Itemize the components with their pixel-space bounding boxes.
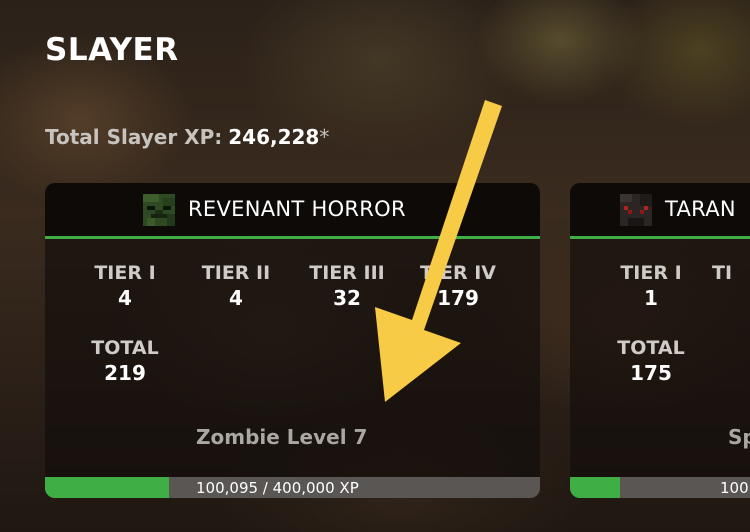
slayer-card-header: TARAN [570, 183, 750, 239]
tier-label: TIER I [620, 262, 682, 284]
total-kills: 175 [630, 361, 672, 385]
total-label: TOTAL [91, 337, 159, 359]
tier-label: TIER III [309, 262, 385, 284]
tier-3-stat: TIER III 32 [297, 261, 397, 311]
tier-1-stat: TIER I 1 [601, 261, 701, 311]
total-label: TOTAL [617, 337, 685, 359]
slayer-name: TARAN [665, 197, 736, 221]
slayer-card-revenant-horror[interactable]: REVENANT HORROR TIER I 4 TIER II 4 TIER … [45, 183, 540, 498]
xp-progress-bar: 100 [570, 477, 750, 498]
tier-label: TI [712, 262, 733, 284]
tier-kills: 179 [437, 286, 479, 310]
total-slayer-xp: Total Slayer XP: 246,228* [45, 125, 329, 149]
xp-progress-bar: 100,095 / 400,000 XP [45, 477, 540, 498]
total-kills: 219 [104, 361, 146, 385]
slayer-card-header: REVENANT HORROR [45, 183, 540, 239]
tier-kills: 4 [118, 286, 132, 310]
xp-progress-text: 100 [720, 479, 749, 497]
total-slayer-xp-label: Total Slayer XP: [45, 125, 223, 149]
xp-progress-fill [45, 477, 169, 498]
tier-kills: 1 [644, 286, 658, 310]
tier-4-stat: TIER IV 179 [408, 261, 508, 311]
xp-progress-fill [570, 477, 620, 498]
total-kills-stat: TOTAL 175 [601, 336, 701, 386]
slayer-level: Sp [728, 425, 750, 449]
tier-1-stat: TIER I 4 [75, 261, 175, 311]
tier-label: TIER IV [419, 262, 497, 284]
page-title: SLAYER [45, 32, 179, 68]
tier-kills: 32 [333, 286, 361, 310]
tier-2-stat: TI [712, 261, 750, 285]
total-slayer-xp-value: 246,228 [228, 125, 320, 149]
tier-label: TIER II [201, 262, 271, 284]
tier-kills: 4 [229, 286, 243, 310]
tier-label: TIER I [94, 262, 156, 284]
total-kills-stat: TOTAL 219 [75, 336, 175, 386]
xp-progress-text: 100,095 / 400,000 XP [196, 479, 359, 497]
slayer-card-tarantula[interactable]: TARAN TIER I 1 TI TOTAL 175 Sp 100 [570, 183, 750, 498]
tier-2-stat: TIER II 4 [186, 261, 286, 311]
slayer-level: Zombie Level 7 [196, 425, 368, 449]
spider-head-icon [620, 194, 652, 226]
total-slayer-xp-marker: * [319, 125, 330, 149]
zombie-head-icon [143, 194, 175, 226]
slayer-name: REVENANT HORROR [188, 197, 406, 221]
